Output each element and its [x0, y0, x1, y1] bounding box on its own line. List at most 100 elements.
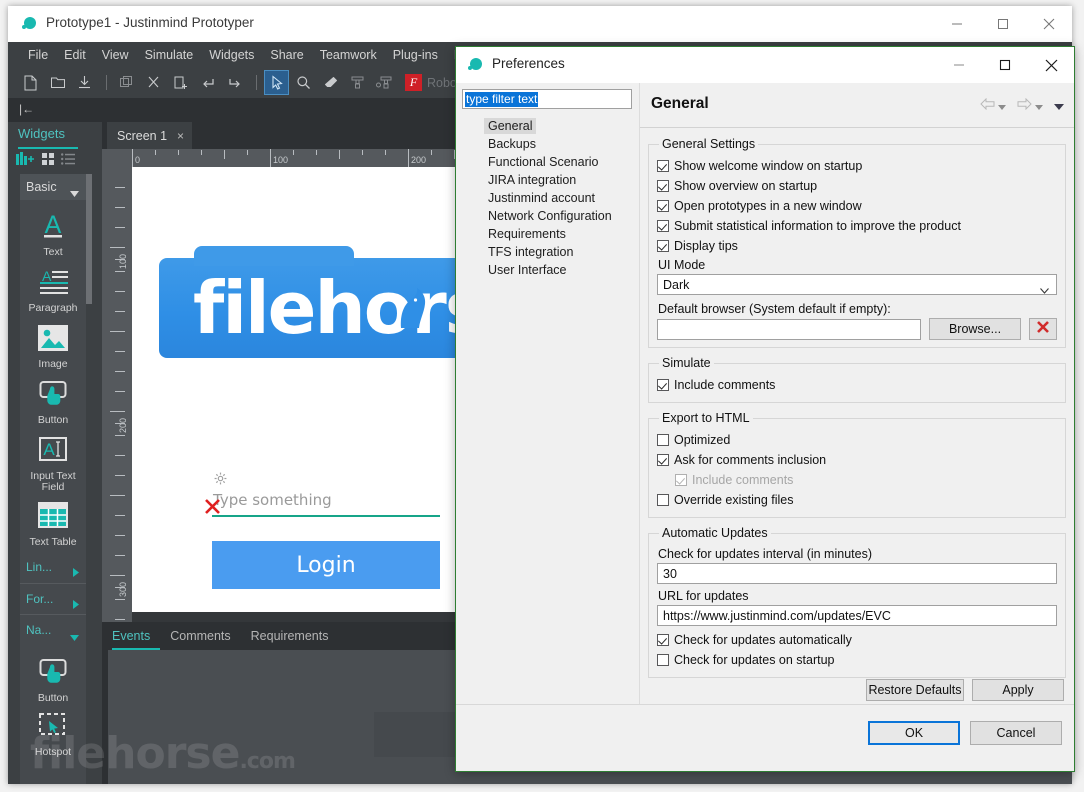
menu-edit[interactable]: Edit	[56, 46, 94, 64]
open-folder-icon[interactable]	[45, 70, 70, 95]
cut-icon[interactable]	[141, 70, 166, 95]
restore-defaults-button[interactable]: Restore Defaults	[866, 679, 964, 701]
checkbox-optimized[interactable]	[657, 433, 669, 446]
sidebar-item-backups[interactable]: Backups	[484, 136, 540, 152]
checkbox-row-override-existing-files[interactable]: Override existing files	[657, 490, 1057, 509]
checkbox-open-prototypes-new-window[interactable]	[657, 199, 669, 212]
ui-mode-select[interactable]: Dark	[657, 274, 1057, 295]
collapse-panel-icon[interactable]: |←	[19, 102, 34, 116]
checkbox-row-show-overview[interactable]: Show overview on startup	[657, 176, 1057, 195]
nav-row-backups[interactable]: Backups	[466, 135, 636, 153]
app-maximize-button[interactable]	[980, 6, 1026, 42]
checkbox-show-welcome-window[interactable]	[657, 159, 669, 172]
checkbox-check-updates-automatically[interactable]	[657, 633, 669, 646]
widget-item-paragraph[interactable]: A Paragraph	[20, 262, 86, 314]
checkbox-submit-statistics[interactable]	[657, 219, 669, 232]
close-icon[interactable]: ×	[177, 129, 184, 143]
widgets-scrollbar-thumb[interactable]	[86, 174, 92, 304]
apply-button[interactable]: Apply	[972, 679, 1064, 701]
widget-group-links[interactable]: Lin...	[20, 552, 86, 582]
filter-input[interactable]: type filter text	[462, 89, 632, 109]
menu-dropdown-icon[interactable]	[1054, 97, 1064, 115]
checkbox-ask-for-comments-inclusion[interactable]	[657, 453, 669, 466]
browse-button[interactable]: Browse...	[929, 318, 1021, 340]
preferences-maximize-button[interactable]	[982, 47, 1028, 83]
eraser-icon[interactable]	[318, 70, 343, 95]
nav-row-justinmind-account[interactable]: Justinmind account	[466, 189, 636, 207]
checkbox-show-overview[interactable]	[657, 179, 669, 192]
login-button-widget-instance[interactable]: Login	[212, 541, 440, 589]
update-url-input[interactable]: https://www.justinmind.com/updates/EVC	[657, 605, 1057, 626]
widget-group-forms[interactable]: For...	[20, 583, 86, 614]
sidebar-item-justinmind-account[interactable]: Justinmind account	[484, 190, 599, 206]
forward-dropdown-icon[interactable]	[1035, 97, 1043, 115]
clear-default-browser-button[interactable]	[1029, 318, 1057, 340]
nav-row-user-interface[interactable]: User Interface	[466, 261, 636, 279]
update-interval-input[interactable]: 30	[657, 563, 1057, 584]
tab-requirements[interactable]: Requirements	[251, 629, 329, 643]
checkbox-row-ask-for-comments-inclusion[interactable]: Ask for comments inclusion	[657, 450, 1057, 469]
widget-item-input-text-field[interactable]: A Input Text Field	[20, 430, 86, 493]
widget-item-text-table[interactable]: Text Table	[20, 496, 86, 548]
sidebar-item-user-interface[interactable]: User Interface	[484, 262, 571, 278]
list-view-icon[interactable]	[61, 152, 75, 171]
checkbox-row-submit-statistics[interactable]: Submit statistical information to improv…	[657, 216, 1057, 235]
checkbox-row-check-updates-automatically[interactable]: Check for updates automatically	[657, 630, 1057, 649]
checkbox-row-check-updates-on-startup[interactable]: Check for updates on startup	[657, 650, 1057, 669]
forward-arrow-icon[interactable]	[1017, 97, 1032, 115]
widget-item-text[interactable]: A Text	[20, 206, 86, 258]
ok-button[interactable]: OK	[868, 721, 960, 745]
sidebar-item-tfs-integration[interactable]: TFS integration	[484, 244, 577, 260]
redo-icon[interactable]	[222, 70, 247, 95]
checkbox-row-open-prototypes-new-window[interactable]: Open prototypes in a new window	[657, 196, 1057, 215]
nav-row-functional-scenario[interactable]: Functional Scenario	[466, 153, 636, 171]
menu-file[interactable]: File	[20, 46, 56, 64]
save-icon[interactable]	[72, 70, 97, 95]
cancel-button[interactable]: Cancel	[970, 721, 1062, 745]
menu-teamwork[interactable]: Teamwork	[312, 46, 385, 64]
checkbox-simulate-include-comments[interactable]	[657, 378, 669, 391]
checkbox-row-simulate-include-comments[interactable]: Include comments	[657, 375, 1057, 394]
checkbox-display-tips[interactable]	[657, 239, 669, 252]
duplicate-icon[interactable]	[114, 70, 139, 95]
select-pointer-icon[interactable]	[264, 70, 289, 95]
nav-row-requirements[interactable]: Requirements	[466, 225, 636, 243]
checkbox-override-existing-files[interactable]	[657, 493, 669, 506]
widget-item-image[interactable]: Image	[20, 318, 86, 370]
preferences-close-button[interactable]	[1028, 47, 1074, 83]
new-file-icon[interactable]	[18, 70, 43, 95]
sidebar-item-network-configuration[interactable]: Network Configuration	[484, 208, 616, 224]
menu-view[interactable]: View	[94, 46, 137, 64]
tab-widgets[interactable]: Widgets	[8, 122, 102, 149]
back-arrow-icon[interactable]	[980, 97, 995, 115]
paste-new-icon[interactable]	[168, 70, 193, 95]
checkbox-row-optimized[interactable]: Optimized	[657, 430, 1057, 449]
nav-row-tfs-integration[interactable]: TFS integration	[466, 243, 636, 261]
paint-format-settings-icon[interactable]	[372, 70, 397, 95]
sidebar-item-general[interactable]: General	[484, 118, 537, 134]
nav-row-jira-integration[interactable]: JIRA integration	[466, 171, 636, 189]
back-dropdown-icon[interactable]	[998, 97, 1006, 115]
gear-icon[interactable]	[214, 472, 227, 490]
grid-view-icon[interactable]	[42, 152, 55, 171]
widget-library-add-icon[interactable]	[16, 152, 36, 171]
app-close-button[interactable]	[1026, 6, 1072, 42]
tab-screen-1[interactable]: Screen 1 ×	[107, 122, 193, 149]
widget-item-button-2[interactable]: Button	[20, 652, 86, 704]
sidebar-item-functional-scenario[interactable]: Functional Scenario	[484, 154, 602, 170]
checkbox-row-display-tips[interactable]: Display tips	[657, 236, 1057, 255]
widget-item-hotspot[interactable]: Hotspot	[20, 706, 86, 758]
nav-row-network-configuration[interactable]: Network Configuration	[466, 207, 636, 225]
checkbox-check-updates-on-startup[interactable]	[657, 653, 669, 666]
widget-item-button[interactable]: Button	[20, 374, 86, 426]
app-minimize-button[interactable]	[934, 6, 980, 42]
widget-category-dropdown[interactable]: Basic	[20, 174, 86, 200]
menu-share[interactable]: Share	[262, 46, 311, 64]
widget-group-navigation[interactable]: Na...	[20, 614, 86, 645]
paint-format-icon[interactable]	[345, 70, 370, 95]
tab-events[interactable]: Events	[112, 629, 150, 643]
preferences-minimize-button[interactable]	[936, 47, 982, 83]
undo-icon[interactable]	[195, 70, 220, 95]
nav-row-general[interactable]: General	[466, 117, 636, 135]
menu-widgets[interactable]: Widgets	[201, 46, 262, 64]
